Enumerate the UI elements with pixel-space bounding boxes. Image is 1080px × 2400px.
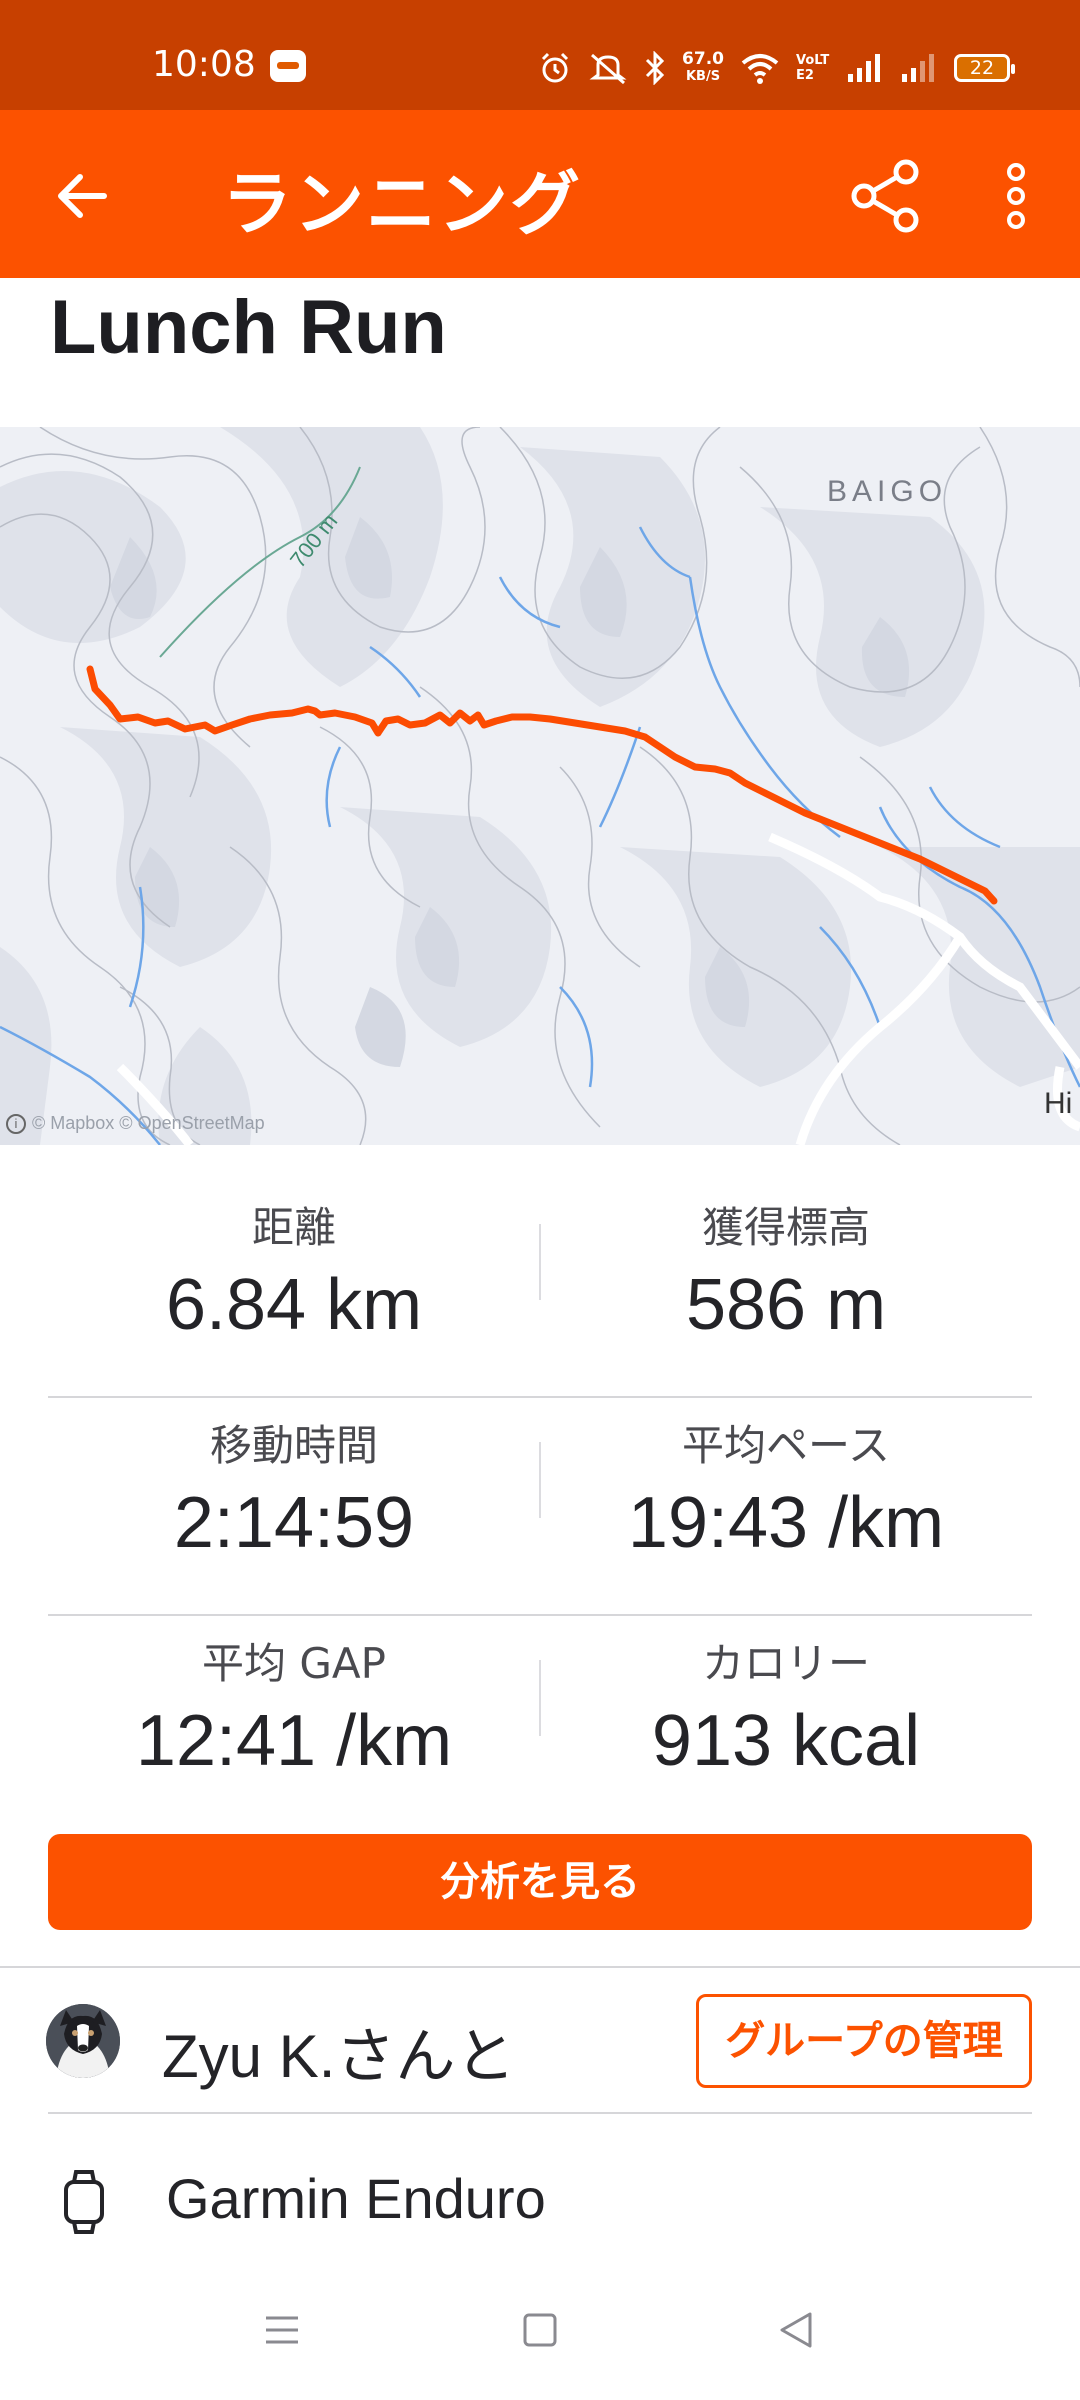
battery-level: 22 <box>969 57 995 79</box>
map-label-edge: Hi <box>1044 1087 1073 1120</box>
stats-grid: 距離 6.84 km 獲得標高 586 m 移動時間 2:14:59 平均ペース… <box>48 1180 1032 1834</box>
mute-icon <box>589 53 627 85</box>
stat-value: 6.84 km <box>165 1265 423 1345</box>
signal-strength-icon <box>848 54 880 82</box>
device-row: Garmin Enduro <box>0 2114 1080 2274</box>
menu-icon[interactable] <box>262 2310 302 2350</box>
stat-avg-gap: 平均 GAP 12:41 /km <box>48 1616 540 1784</box>
battery-icon: 22 <box>954 54 1015 82</box>
bluetooth-icon <box>645 51 665 85</box>
map-label-area: BAIGO <box>827 475 948 508</box>
network-speed-value: 67.0 <box>682 49 724 69</box>
stat-label: 距離 <box>251 1203 336 1252</box>
signal-strength-2-icon <box>902 54 934 82</box>
stat-label: 平均 GAP <box>202 1639 386 1688</box>
more-vert-icon[interactable] <box>990 160 1042 232</box>
avatar[interactable] <box>46 2004 120 2078</box>
back-triangle-icon[interactable] <box>776 2310 816 2350</box>
app-bar: ランニング <box>0 110 1080 278</box>
map-attribution-text: © Mapbox © OpenStreetMap <box>32 1113 265 1133</box>
route-map[interactable]: BAIGO 700 m Hi i © Mapbox © OpenStreetMa… <box>0 427 1080 1145</box>
group-row[interactable]: Zyu K.さんと グループの管理 <box>0 1968 1080 2112</box>
dog-avatar-icon <box>46 2004 120 2078</box>
stat-value: 913 kcal <box>651 1701 921 1781</box>
stat-value: 2:14:59 <box>173 1483 415 1563</box>
status-bar: 10:08 67.0 KB/S VoLTE2 22 <box>0 0 1080 110</box>
share-icon[interactable] <box>848 158 924 234</box>
system-nav-bar <box>0 2290 1080 2400</box>
network-speed-unit: KB/S <box>685 69 721 84</box>
stat-label: 平均ペース <box>682 1421 890 1470</box>
status-time: 10:08 <box>152 44 256 85</box>
stats-row: 移動時間 2:14:59 平均ペース 19:43 /km <box>48 1398 1032 1616</box>
stat-label: カロリー <box>701 1639 870 1688</box>
watch-icon <box>64 2170 104 2234</box>
page-title: ランニング <box>222 163 582 245</box>
alarm-icon <box>541 52 569 83</box>
network-speed: 67.0 KB/S <box>682 51 724 85</box>
stats-row: 平均 GAP 12:41 /km カロリー 913 kcal <box>48 1616 1032 1834</box>
device-name: Garmin Enduro <box>166 2167 546 2230</box>
stat-value: 586 m <box>685 1265 887 1345</box>
stat-moving-time: 移動時間 2:14:59 <box>48 1398 540 1566</box>
view-analysis-button[interactable]: 分析を見る <box>48 1834 1032 1930</box>
map-attribution[interactable]: i © Mapbox © OpenStreetMap <box>6 1113 265 1134</box>
notification-app-icon <box>270 50 306 82</box>
stat-label: 獲得標高 <box>701 1203 870 1252</box>
stat-distance: 距離 6.84 km <box>48 1180 540 1348</box>
wifi-icon <box>741 54 779 84</box>
stat-calories: カロリー 913 kcal <box>540 1616 1032 1784</box>
activity-title: Lunch Run <box>50 285 447 370</box>
stat-value: 19:43 /km <box>627 1483 945 1563</box>
stat-label: 移動時間 <box>209 1421 378 1470</box>
back-arrow-icon[interactable] <box>52 166 112 226</box>
volte-badge: VoLTE2 <box>796 53 830 83</box>
map-canvas <box>0 427 1080 1145</box>
stat-value: 12:41 /km <box>135 1701 453 1781</box>
manage-group-button[interactable]: グループの管理 <box>696 1994 1032 2088</box>
stats-row: 距離 6.84 km 獲得標高 586 m <box>48 1180 1032 1398</box>
stat-avg-pace: 平均ペース 19:43 /km <box>540 1398 1032 1566</box>
info-icon[interactable]: i <box>6 1113 26 1134</box>
stat-elevation-gain: 獲得標高 586 m <box>540 1180 1032 1348</box>
status-icons: 67.0 KB/S VoLTE2 22 <box>538 46 1015 90</box>
group-members-text: Zyu K.さんと <box>162 2023 516 2090</box>
home-icon[interactable] <box>520 2310 560 2350</box>
